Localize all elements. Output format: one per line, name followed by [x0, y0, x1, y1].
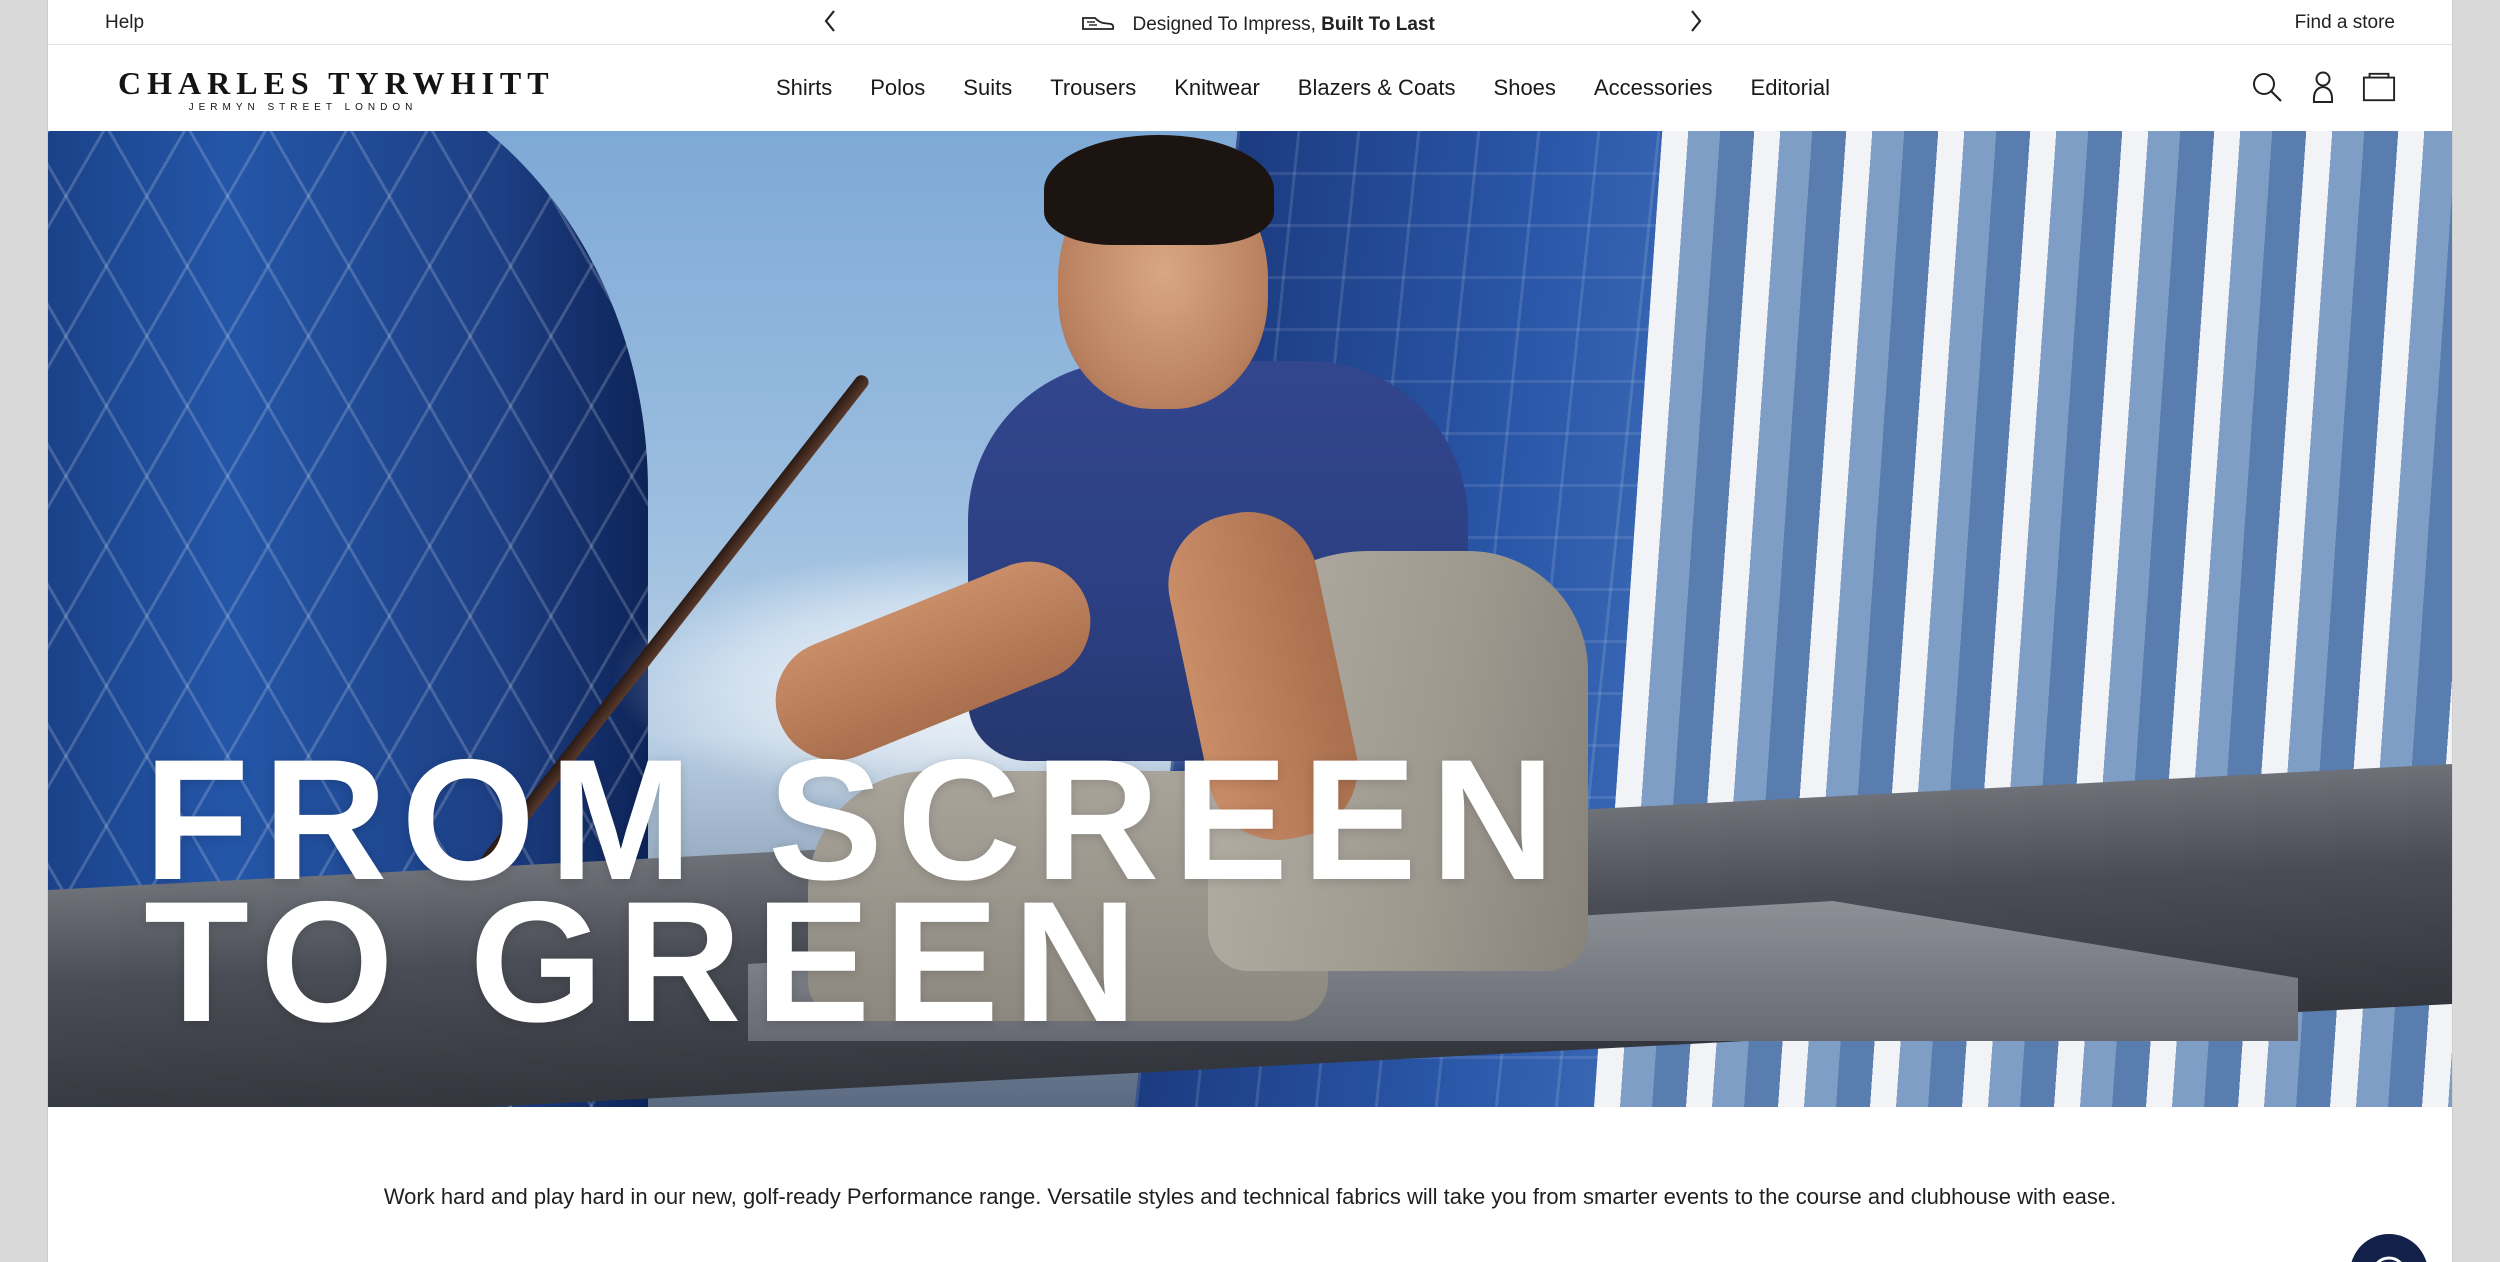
nav-item-polos[interactable]: Polos	[870, 73, 925, 103]
page: Help Designed To Impress, Built To Last	[48, 0, 2452, 1262]
hero-headline: FROM SCREEN TO GREEN	[144, 734, 1569, 1048]
promo-message[interactable]: Designed To Impress, Built To Last	[778, 12, 1738, 38]
main-header: CHARLES TYRWHITT JERMYN STREET LONDON Sh…	[48, 45, 2452, 132]
primary-nav: Shirts Polos Suits Trousers Knitwear Bla…	[776, 73, 1868, 103]
nav-item-trousers[interactable]: Trousers	[1050, 73, 1136, 103]
search-icon[interactable]	[2250, 69, 2284, 105]
chat-button[interactable]	[2350, 1234, 2428, 1262]
bag-icon[interactable]	[2362, 69, 2396, 105]
logo-subtitle: JERMYN STREET LONDON	[188, 102, 418, 113]
hero-figure-hair	[1044, 135, 1274, 245]
nav-item-blazers-coats[interactable]: Blazers & Coats	[1298, 73, 1456, 103]
chevron-right-icon[interactable]	[1688, 8, 1704, 38]
nav-item-accessories[interactable]: Accessories	[1594, 73, 1713, 103]
brand-logo[interactable]: CHARLES TYRWHITT JERMYN STREET LONDON	[118, 65, 555, 113]
chat-icon	[2367, 1234, 2411, 1262]
help-link[interactable]: Help	[105, 12, 144, 34]
utility-bar: Help Designed To Impress, Built To Last	[48, 0, 2452, 45]
promo-carousel: Designed To Impress, Built To Last	[778, 0, 1738, 44]
find-store-link[interactable]: Find a store	[2295, 12, 2395, 34]
nav-item-shirts[interactable]: Shirts	[776, 73, 832, 103]
nav-item-knitwear[interactable]: Knitwear	[1174, 73, 1260, 103]
logo-brand: CHARLES TYRWHITT	[118, 65, 555, 101]
hero-banner[interactable]: FROM SCREEN TO GREEN	[48, 131, 2452, 1107]
account-icon[interactable]	[2306, 69, 2340, 105]
shoe-icon	[1081, 12, 1115, 38]
nav-item-shoes[interactable]: Shoes	[1494, 73, 1556, 103]
hero-description: Work hard and play hard in our new, golf…	[383, 1184, 2117, 1209]
promo-emphasis: Built To Last	[1321, 14, 1435, 36]
nav-item-editorial[interactable]: Editorial	[1751, 73, 1830, 103]
nav-item-suits[interactable]: Suits	[963, 73, 1012, 103]
header-tools	[2250, 69, 2396, 109]
promo-prefix: Designed To Impress,	[1132, 14, 1316, 36]
